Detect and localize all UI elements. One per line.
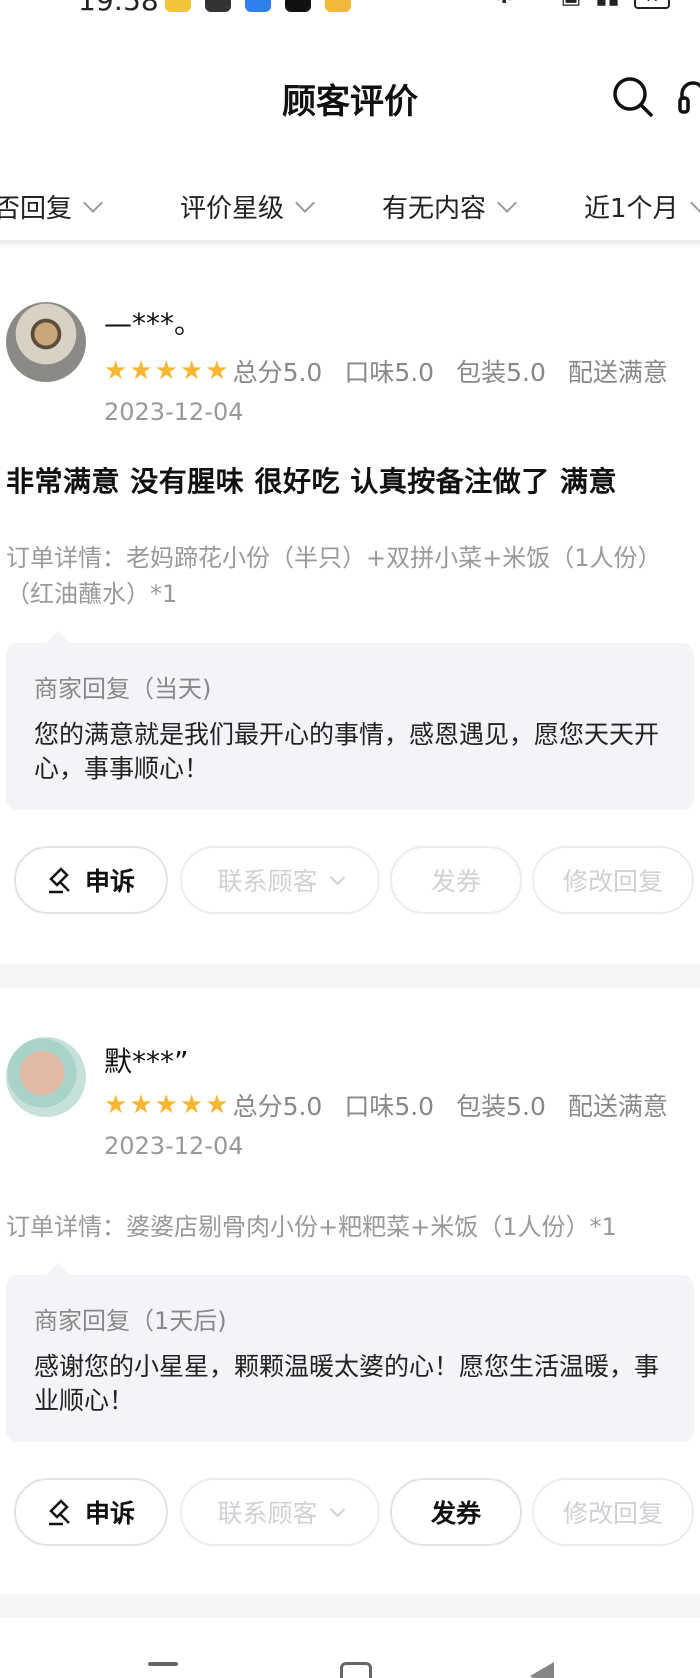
star-rating: ★ ★ ★ ★ ★ [104, 358, 229, 384]
review-content: 非常满意 没有腥味 很好吃 认真按备注做了 满意 [6, 465, 617, 498]
filter-label: 是否回复 [0, 194, 73, 224]
chat-notification-icon [205, 0, 231, 12]
filter-star-rating[interactable]: 评价星级 [180, 188, 315, 225]
edit-label: 修改回复 [562, 867, 663, 896]
reviewer-name: —***。 [104, 307, 203, 340]
order-details: 订单详情：老妈蹄花小份（半只）+双拼小菜+米饭（1人份）（红油蘸水）*1 [6, 544, 662, 608]
taste-score: 口味5.0 [344, 1092, 435, 1121]
chevron-down-icon [83, 192, 103, 213]
star-icon: ★ [104, 1090, 128, 1120]
signal-icon: ▮▮ [595, 0, 619, 9]
chevron-down-icon [329, 1501, 345, 1518]
bluetooth-icon: ✱ [495, 0, 513, 9]
reply-text: 您的满意就是我们最开心的事情，感恩遇见，愿您天天开心，事事顺心！ [34, 720, 660, 783]
star-icon: ★ [104, 356, 128, 386]
page-title: 顾客评价 [282, 82, 418, 122]
reply-header: 商家回复（当天) [34, 675, 212, 703]
order-details: 订单详情：婆婆店剔骨肉小份+粑粑菜+米饭（1人份）*1 [6, 1213, 617, 1241]
merchant-reply: 商家回复（当天) 您的满意就是我们最开心的事情，感恩遇见，愿您天天开心，事事顺心… [6, 631, 694, 810]
chevron-down-icon [497, 192, 517, 213]
edit-reply-button[interactable]: 修改回复 [532, 846, 694, 914]
filter-label: 评价星级 [180, 194, 285, 224]
issue-coupon-button[interactable]: 发券 [390, 1478, 522, 1546]
appeal-button[interactable]: 申诉 [14, 846, 168, 914]
home-icon[interactable] [340, 1662, 372, 1678]
total-score: 总分5.0 [232, 358, 323, 387]
review-date: 2023-12-04 [104, 1132, 244, 1160]
merchant-reply: 商家回复（1天后) 感谢您的小星星，颗颗温暖太婆的心！愿您生活温暖，事业顺心！ [6, 1263, 694, 1442]
filter-has-content[interactable]: 有无内容 [382, 188, 517, 225]
menu-icon[interactable] [148, 1662, 178, 1666]
chevron-down-icon [329, 869, 345, 886]
message-notification-icon [245, 0, 271, 12]
reply-header: 商家回复（1天后) [34, 1307, 227, 1335]
appeal-button[interactable]: 申诉 [14, 1478, 168, 1546]
star-icon: ★ [129, 356, 153, 386]
edit-label: 修改回复 [562, 1499, 663, 1528]
package-score: 包装5.0 [456, 358, 546, 387]
chevron-down-icon [689, 192, 700, 213]
gavel-icon [48, 1499, 70, 1526]
customer-service-icon[interactable] [678, 78, 700, 118]
filter-reply-status[interactable]: 是否回复 [0, 188, 103, 225]
contact-customer-button[interactable]: 联系顾客 [180, 846, 380, 914]
review-date: 2023-12-04 [104, 398, 244, 426]
rating-row: ★ ★ ★ ★ ★ 总分5.0 口味5.0 包装5.0 配送满意 [104, 353, 690, 389]
avatar[interactable] [6, 1037, 86, 1117]
hd-icon: ▣ [561, 0, 582, 9]
wifi-icon: ◠ [527, 0, 546, 9]
filter-date-range[interactable]: 近1个月 [584, 188, 700, 225]
coupon-label: 发券 [430, 1499, 481, 1528]
battery-icon: 47 [633, 0, 670, 9]
review-actions: 申诉 联系顾客 发券 修改回复 [0, 846, 700, 918]
mail-notification-icon [285, 0, 311, 12]
gavel-icon [48, 867, 70, 894]
chevron-down-icon [295, 192, 315, 213]
status-bar: 19:58 ✱ ◠ ▣ ▮▮ 47 [0, 0, 700, 20]
contact-customer-button[interactable]: 联系顾客 [180, 1478, 380, 1546]
review-actions: 申诉 联系顾客 发券 修改回复 [0, 1478, 700, 1550]
star-rating: ★ ★ ★ ★ ★ [104, 1092, 229, 1118]
header: 顾客评价 [0, 56, 700, 136]
filter-bar: 是否回复 评价星级 有无内容 近1个月 [0, 168, 700, 238]
contact-label: 联系顾客 [217, 1499, 318, 1528]
back-icon[interactable] [530, 1662, 554, 1678]
review-separator [0, 1594, 700, 1618]
filter-label: 有无内容 [382, 194, 487, 224]
star-icon: ★ [154, 1090, 178, 1120]
star-icon: ★ [205, 1090, 229, 1120]
avatar[interactable] [6, 302, 86, 382]
total-score: 总分5.0 [232, 1092, 323, 1121]
contact-label: 联系顾客 [217, 867, 318, 896]
status-right: ✱ ◠ ▣ ▮▮ 47 [495, 0, 670, 9]
taste-score: 口味5.0 [344, 358, 435, 387]
star-icon: ★ [179, 1090, 204, 1120]
issue-coupon-button[interactable]: 发券 [390, 846, 522, 914]
rating-row: ★ ★ ★ ★ ★ 总分5.0 口味5.0 包装5.0 配送满意 [104, 1087, 690, 1123]
delivery-score: 配送满意 [567, 358, 668, 387]
reviewer-name: 默***” [104, 1045, 189, 1078]
edit-reply-button[interactable]: 修改回复 [532, 1478, 694, 1546]
search-icon[interactable] [610, 74, 654, 118]
status-time: 19:58 [78, 0, 159, 17]
app-notification-icon [165, 0, 191, 12]
review-separator [0, 964, 700, 988]
star-icon: ★ [154, 356, 178, 386]
shop-notification-icon [325, 0, 351, 12]
reply-text: 感谢您的小星星，颗颗温暖太婆的心！愿您生活温暖，事业顺心！ [34, 1352, 660, 1415]
filter-label: 近1个月 [584, 194, 679, 224]
filter-divider [0, 240, 700, 248]
coupon-label: 发券 [430, 867, 481, 896]
star-icon: ★ [129, 1090, 153, 1120]
star-icon: ★ [179, 356, 204, 386]
appeal-label: 申诉 [84, 867, 135, 896]
delivery-score: 配送满意 [567, 1092, 668, 1121]
system-nav-bar [0, 1650, 700, 1678]
appeal-label: 申诉 [84, 1499, 135, 1528]
package-score: 包装5.0 [456, 1092, 546, 1121]
star-icon: ★ [205, 356, 229, 386]
notification-icons [165, 0, 351, 12]
